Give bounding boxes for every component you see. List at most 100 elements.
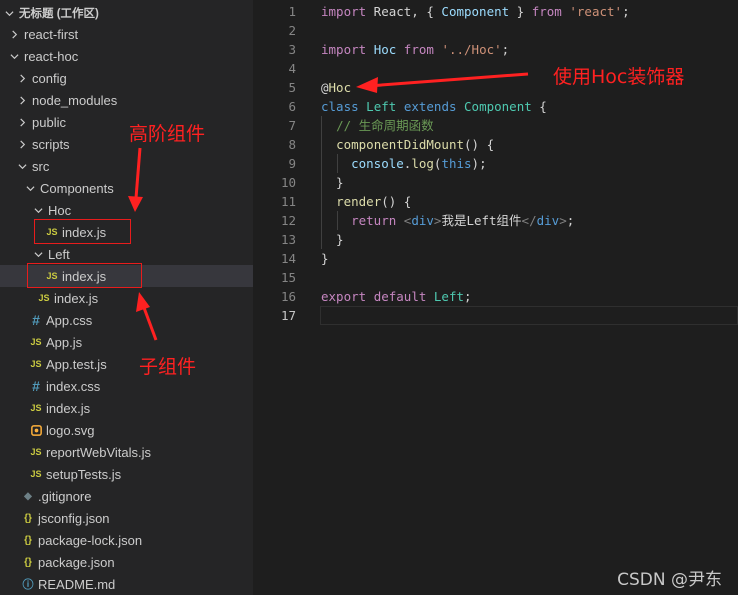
code-line[interactable]: 16 export default Left; <box>253 287 738 306</box>
code-editor[interactable]: 1 import React, { Component } from 'react… <box>253 0 738 595</box>
code-token: render <box>336 194 382 209</box>
code-text: render() { <box>321 192 411 211</box>
file-item-app-test-js[interactable]: JS App.test.js <box>0 353 253 375</box>
watermark: CSDN @尹东 <box>617 570 722 590</box>
js-file-icon: JS <box>30 359 42 369</box>
code-text: // 生命周期函数 <box>321 116 434 135</box>
code-token: export <box>321 289 367 304</box>
folder-item-left[interactable]: Left <box>0 243 253 265</box>
file-item-jsconfig-json[interactable]: {} jsconfig.json <box>0 507 253 529</box>
code-text: import React, { Component } from 'react'… <box>321 2 630 21</box>
code-token: ; <box>566 213 575 228</box>
code-token: ; <box>501 42 510 57</box>
code-token: () { <box>464 137 495 152</box>
code-token: Hoc <box>373 42 397 57</box>
tree-item-label: package.json <box>38 554 115 570</box>
code-line[interactable]: 12 return <div>我是Left组件</div>; <box>253 211 738 230</box>
code-token: div <box>536 213 560 228</box>
code-line[interactable]: 13 } <box>253 230 738 249</box>
chevron-down-icon <box>24 177 36 199</box>
tree-item-label: jsconfig.json <box>38 510 110 526</box>
line-number: 10 <box>280 175 296 190</box>
code-token: return <box>351 213 397 228</box>
folder-item-react-first[interactable]: react-first <box>0 23 253 45</box>
js-file-icon: JS <box>30 403 42 413</box>
json-file-icon: {} <box>24 556 32 568</box>
code-token: > <box>559 213 567 228</box>
file-item-index-js[interactable]: JS index.js <box>0 397 253 419</box>
code-line[interactable]: 9 console.log(this); <box>253 154 738 173</box>
json-file-icon: {} <box>24 512 32 524</box>
git-file-icon: ◆ <box>24 490 32 502</box>
chevron-down-icon <box>32 199 44 221</box>
file-item-setuptests-js[interactable]: JS setupTests.js <box>0 463 253 485</box>
folder-item-config[interactable]: config <box>0 67 253 89</box>
code-text: componentDidMount() { <box>321 135 494 154</box>
code-token: Hoc <box>328 80 352 95</box>
code-line[interactable]: 8 componentDidMount() { <box>253 135 738 154</box>
code-token: ); <box>471 156 487 171</box>
tree-item-label: node_modules <box>32 92 118 108</box>
file-item-readme-md[interactable]: ⓘ README.md <box>0 573 253 595</box>
line-number: 15 <box>280 270 296 285</box>
annotation-hoc-decorator: 使用Hoc装饰器 <box>553 66 685 88</box>
file-item-package-lock-json[interactable]: {} package-lock.json <box>0 529 253 551</box>
chevron-down-icon <box>16 155 28 177</box>
code-token: import <box>321 42 367 57</box>
tree-item-label: index.css <box>46 378 101 394</box>
line-number: 6 <box>288 99 296 114</box>
code-line[interactable]: 11 render() { <box>253 192 738 211</box>
file-item-reportwebvitals-js[interactable]: JS reportWebVitals.js <box>0 441 253 463</box>
file-item-gitignore[interactable]: ◆ .gitignore <box>0 485 253 507</box>
code-line[interactable]: 6 class Left extends Component { <box>253 97 738 116</box>
code-token: { <box>531 99 547 114</box>
folder-item-node-modules[interactable]: node_modules <box>0 89 253 111</box>
code-token: console <box>351 156 404 171</box>
tree-item-label: Hoc <box>48 202 72 218</box>
code-line[interactable]: 7 // 生命周期函数 <box>253 116 738 135</box>
folder-item-src[interactable]: src <box>0 155 253 177</box>
folder-item-scripts[interactable]: scripts <box>0 133 253 155</box>
code-token: } <box>321 232 344 247</box>
line-number: 16 <box>280 289 296 304</box>
code-text: } <box>321 173 344 192</box>
folder-item-hoc[interactable]: Hoc <box>0 199 253 221</box>
explorer-sidebar: 无标题 (工作区) react-first react-hoc config node… <box>0 0 253 595</box>
line-number: 4 <box>288 61 296 76</box>
code-line[interactable]: 15 <box>253 268 738 287</box>
tree-item-label: index.js <box>46 400 91 416</box>
file-item-logo-svg[interactable]: logo.svg <box>0 419 253 441</box>
code-line[interactable]: 2 <box>253 21 738 40</box>
annotation-child-component: 子组件 <box>139 356 197 378</box>
code-line[interactable]: 17 <box>253 306 738 325</box>
file-item-index-js[interactable]: JS index.js <box>0 287 253 309</box>
code-text: @Hoc <box>321 78 351 97</box>
line-number: 2 <box>288 23 296 38</box>
folder-item-components[interactable]: Components <box>0 177 253 199</box>
code-token: } <box>321 175 344 190</box>
highlight-box-hoc-index <box>34 219 131 244</box>
code-token: class <box>321 99 359 114</box>
workspace-title[interactable]: 无标题 (工作区) <box>0 2 253 24</box>
code-line[interactable]: 10 } <box>253 173 738 192</box>
file-item-app-css[interactable]: # App.css <box>0 309 253 331</box>
file-item-package-json[interactable]: {} package.json <box>0 551 253 573</box>
code-line[interactable]: 14} <box>253 249 738 268</box>
file-item-index-css[interactable]: # index.css <box>0 375 253 397</box>
folder-item-public[interactable]: public <box>0 111 253 133</box>
tree-item-label: react-first <box>24 26 79 42</box>
info-file-icon: ⓘ <box>22 579 34 591</box>
line-number: 7 <box>288 118 296 133</box>
code-line[interactable]: 1 import React, { Component } from 'react… <box>253 2 738 21</box>
tree-item-label: App.test.js <box>46 356 107 372</box>
folder-item-react-hoc[interactable]: react-hoc <box>0 45 253 67</box>
code-line[interactable]: 3 import Hoc from '../Hoc'; <box>253 40 738 59</box>
js-file-icon: JS <box>38 293 50 303</box>
tree-item-label: scripts <box>32 136 70 152</box>
file-item-app-js[interactable]: JS App.js <box>0 331 253 353</box>
